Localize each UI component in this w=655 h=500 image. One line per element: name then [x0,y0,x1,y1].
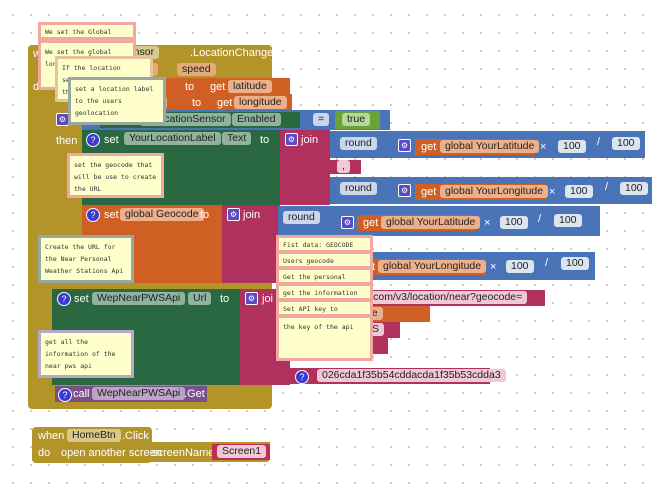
screen1-dropdown[interactable]: Screen1 [217,445,267,458]
call-component-dropdown[interactable]: WepNearPWSApi [92,387,186,400]
gear-icon[interactable]: ⚙ [227,208,240,221]
event-name: .LocationChanged [190,47,280,59]
comma-string[interactable]: , [337,160,350,173]
set-label: set [74,293,89,305]
latitude-var-dropdown[interactable]: global YourLatitude [440,140,540,153]
to-label: to [185,81,195,93]
number-input[interactable]: 100 [565,185,593,198]
set-label: set [104,209,119,221]
comment-key-of-api[interactable]: the key of the api [276,315,373,361]
gear-icon[interactable]: ⚙ [398,139,411,152]
click-label: .Click [122,430,149,442]
when-label: when [38,430,65,442]
join-label: join [243,209,261,221]
times-label: × [490,261,497,273]
enabled-dropdown[interactable]: Enabled [232,113,281,126]
number-input[interactable]: 100 [561,257,589,270]
longitude-var-dropdown[interactable]: global YourLongitude [440,185,549,198]
get-label: get [421,141,437,153]
latitude-var-dropdown[interactable]: global YourLatitude [381,216,481,229]
gear-icon[interactable]: ⚙ [245,292,258,305]
help-icon[interactable]: ? [295,370,309,384]
text-prop-dropdown[interactable]: Text [222,132,252,145]
get-label: get [217,97,233,109]
open-screen-label: open another screen [61,447,162,459]
round-dropdown[interactable]: round [283,211,320,224]
true-dropdown[interactable]: true [342,113,371,126]
help-icon[interactable]: ? [58,388,72,402]
set-label: set [104,134,119,146]
divide-label: / [538,213,542,225]
times-label: × [540,141,547,153]
number-input[interactable]: 100 [612,137,640,150]
comment-location-label[interactable]: set a location label to the users geoloc… [68,77,166,125]
join-label: joi [262,293,274,305]
gear-icon[interactable]: ⚙ [398,184,411,197]
times-label: × [549,186,556,198]
divide-label: / [605,181,609,193]
number-input[interactable]: 100 [554,214,582,227]
number-input[interactable]: 100 [620,182,648,195]
comment-create-url[interactable]: Create the URL for the Near Personal Wea… [38,235,134,283]
comment-get-info[interactable]: get all the information of the near pws … [38,330,134,378]
screenname-label: screenName [152,447,215,459]
get-label: get [210,81,226,93]
round-dropdown[interactable]: round [340,182,377,195]
then-label: then [56,135,78,147]
url-prop-dropdown[interactable]: Url [188,292,212,305]
number-input[interactable]: 100 [558,140,586,153]
comment-global-variable[interactable]: We set the Global Variable [38,22,136,40]
comment-geocode[interactable]: set the geocode that will be use to crea… [67,153,164,198]
to-label: to [200,209,210,221]
get-label: get [421,186,437,198]
longitude-var-dropdown[interactable]: global YourLongitude [378,260,487,273]
join-label: join [301,134,319,146]
call-label: call [73,388,90,400]
help-icon[interactable]: ? [57,292,71,306]
round-dropdown[interactable]: round [340,137,377,150]
help-icon[interactable]: ? [86,133,100,147]
divide-label: / [597,136,601,148]
api-component-dropdown[interactable]: WepNearPWSApi [92,292,186,305]
gear-icon[interactable]: ⚙ [285,133,298,146]
method-label: .Get [184,388,205,400]
gear-icon[interactable]: ⚙ [341,216,354,229]
geocode-var-dropdown[interactable]: global Geocode [120,208,204,221]
times-label: × [484,217,491,229]
homebtn-dropdown[interactable]: HomeBtn [67,429,121,442]
get-longitude[interactable]: longitude [234,96,287,109]
to-label: to [220,293,230,305]
to-label: to [260,134,270,146]
divide-label: / [545,257,549,269]
do-label: do [38,447,51,459]
number-input[interactable]: 100 [500,216,528,229]
equals-dropdown[interactable]: = [313,113,330,126]
api-key-string[interactable]: 026cda1f35b54cddacda1f35b53cdda3 [317,369,506,382]
number-input[interactable]: 100 [506,260,534,273]
label-component-dropdown[interactable]: YourLocationLabel [124,132,221,145]
get-label: get [363,217,379,229]
param-speed[interactable]: speed [177,63,216,76]
to-label: to [192,97,202,109]
get-latitude[interactable]: latitude [228,80,272,93]
help-icon[interactable]: ? [86,208,100,222]
